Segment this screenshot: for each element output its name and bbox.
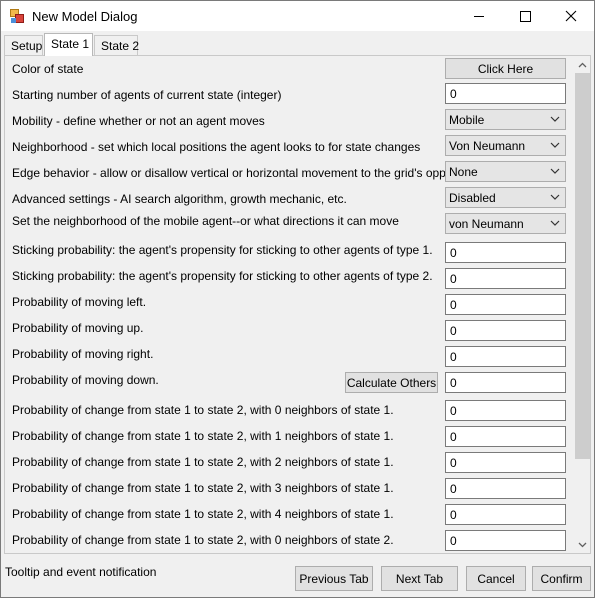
cancel-button[interactable]: Cancel	[466, 566, 526, 591]
sticking-type-1-label: Sticking probability: the agent's propen…	[12, 243, 433, 257]
change-2-field[interactable]: 0	[445, 452, 566, 473]
move-right-label: Probability of moving right.	[12, 347, 154, 361]
move-up-label: Probability of moving up.	[12, 321, 144, 335]
change-5-label: Probability of change from state 1 to st…	[12, 533, 394, 547]
chevron-down-icon	[550, 116, 560, 122]
move-left-field[interactable]: 0	[445, 294, 566, 315]
app-icon	[10, 9, 24, 23]
scroll-up-button[interactable]	[574, 56, 590, 73]
change-4-field[interactable]: 0	[445, 504, 566, 525]
title-bar[interactable]: New Model Dialog	[1, 1, 594, 31]
mobile-neighborhood-select[interactable]: von Neumann	[445, 213, 566, 234]
sticking-type-2-field[interactable]: 0	[445, 268, 566, 289]
starting-agents-label: Starting number of agents of current sta…	[12, 88, 282, 102]
previous-tab-button[interactable]: Previous Tab	[295, 566, 373, 591]
change-0-label: Probability of change from state 1 to st…	[12, 403, 394, 417]
color-button[interactable]: Click Here	[445, 58, 566, 79]
chevron-up-icon	[578, 62, 587, 67]
change-2-label: Probability of change from state 1 to st…	[12, 455, 394, 469]
change-3-label: Probability of change from state 1 to st…	[12, 481, 394, 495]
change-3-field[interactable]: 0	[445, 478, 566, 499]
neighborhood-select[interactable]: Von Neumann	[445, 135, 566, 156]
tab-state-2[interactable]: State 2	[94, 35, 139, 55]
minimize-button[interactable]	[456, 1, 502, 31]
chevron-down-icon	[550, 168, 560, 174]
move-left-label: Probability of moving left.	[12, 295, 147, 309]
tab-setup[interactable]: Setup	[4, 35, 43, 55]
edge-behavior-select[interactable]: None	[445, 161, 566, 182]
mobility-label: Mobility - define whether or not an agen…	[12, 114, 265, 128]
state-1-panel: Color of state Click Here Starting numbe…	[4, 55, 591, 554]
neighborhood-label: Neighborhood - set which local positions…	[12, 140, 421, 154]
starting-agents-field[interactable]: 0	[445, 83, 566, 104]
edge-behavior-label: Edge behavior - allow or disallow vertic…	[12, 166, 497, 180]
move-down-label: Probability of moving down.	[12, 373, 159, 387]
sticking-type-2-label: Sticking probability: the agent's propen…	[12, 269, 433, 283]
close-icon	[565, 10, 577, 22]
edge-behavior-value: None	[449, 165, 478, 179]
move-up-field[interactable]: 0	[445, 320, 566, 341]
calculate-others-button[interactable]: Calculate Others	[345, 372, 438, 393]
advanced-settings-label: Advanced settings - AI search algorithm,…	[12, 192, 347, 206]
status-text: Tooltip and event notification	[5, 565, 157, 579]
change-1-label: Probability of change from state 1 to st…	[12, 429, 394, 443]
advanced-settings-value: Disabled	[449, 191, 496, 205]
window-title: New Model Dialog	[32, 9, 138, 24]
tab-state-1[interactable]: State 1	[44, 33, 93, 56]
maximize-icon	[519, 10, 531, 22]
chevron-down-icon	[550, 194, 560, 200]
chevron-down-icon	[578, 542, 587, 547]
mobile-neighborhood-value: von Neumann	[449, 217, 524, 231]
close-button[interactable]	[548, 1, 594, 31]
change-1-field[interactable]: 0	[445, 426, 566, 447]
maximize-button[interactable]	[502, 1, 548, 31]
vertical-scrollbar[interactable]	[574, 56, 590, 553]
change-5-field[interactable]: 0	[445, 530, 566, 551]
mobility-select[interactable]: Mobile	[445, 109, 566, 130]
change-4-label: Probability of change from state 1 to st…	[12, 507, 394, 521]
scroll-thumb[interactable]	[575, 73, 590, 459]
mobility-value: Mobile	[449, 113, 485, 127]
move-down-field[interactable]: 0	[445, 372, 566, 393]
sticking-type-1-field[interactable]: 0	[445, 242, 566, 263]
advanced-settings-select[interactable]: Disabled	[445, 187, 566, 208]
confirm-button[interactable]: Confirm	[532, 566, 591, 591]
chevron-down-icon	[550, 220, 560, 226]
dialog-window: New Model Dialog Setup State 1 State 2 C…	[0, 0, 595, 598]
change-0-field[interactable]: 0	[445, 400, 566, 421]
scroll-down-button[interactable]	[574, 536, 590, 553]
chevron-down-icon	[550, 142, 560, 148]
mobile-neighborhood-label: Set the neighborhood of the mobile agent…	[12, 214, 399, 228]
neighborhood-value: Von Neumann	[449, 139, 526, 153]
move-right-field[interactable]: 0	[445, 346, 566, 367]
color-label: Color of state	[12, 62, 84, 76]
minimize-icon	[474, 15, 484, 17]
next-tab-button[interactable]: Next Tab	[381, 566, 458, 591]
